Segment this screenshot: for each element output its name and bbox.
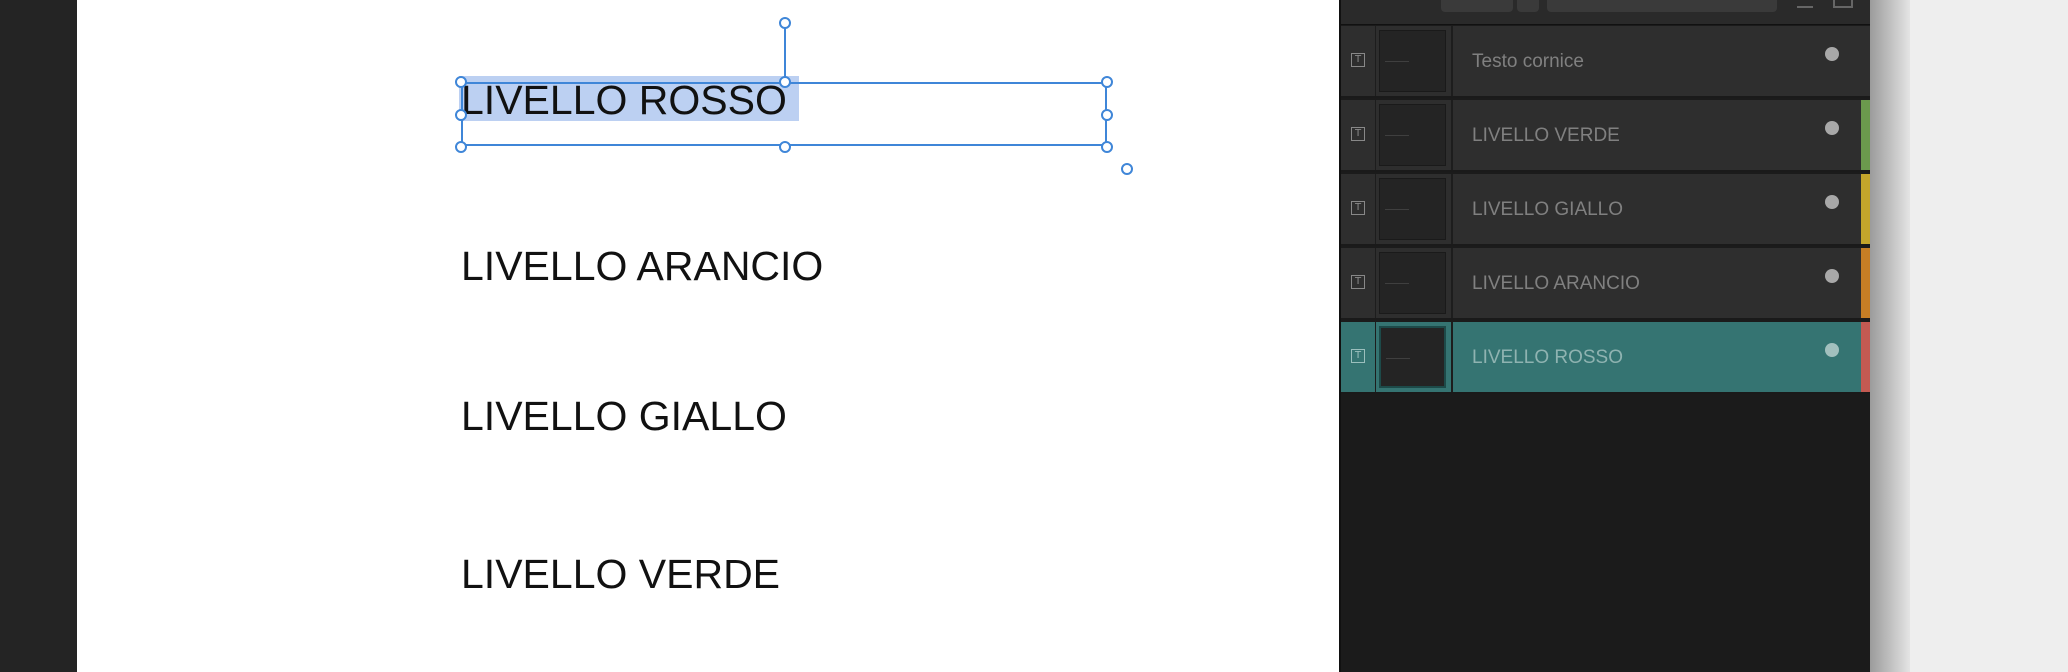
layers-panel-toolbar — [1341, 0, 1872, 25]
layer-thumbnail — [1379, 326, 1446, 388]
text-frame-icon: T — [1351, 127, 1365, 141]
text-overflow-handle[interactable] — [1121, 163, 1133, 175]
left-gutter — [0, 0, 77, 672]
layer-type-cell: T — [1341, 174, 1376, 244]
layer-divider — [1451, 248, 1453, 318]
layer-row-livello-verde[interactable]: T LIVELLO VERDE — [1341, 100, 1872, 172]
visibility-dot-icon[interactable] — [1825, 343, 1839, 357]
layer-divider — [1451, 100, 1453, 170]
resize-handle-bottom-right[interactable] — [1101, 141, 1113, 153]
layer-row-livello-arancio[interactable]: T LIVELLO ARANCIO — [1341, 248, 1872, 320]
layer-divider — [1451, 322, 1453, 392]
thumbnail-preview — [1386, 358, 1410, 359]
text-livello-arancio[interactable]: LIVELLO ARANCIO — [461, 246, 823, 287]
layer-name[interactable]: LIVELLO ROSSO — [1472, 348, 1623, 367]
document-canvas[interactable]: LIVELLO ROSSO LIVELLO ARANCIO LIVELLO GI… — [77, 0, 1339, 672]
text-frame-icon: T — [1351, 349, 1365, 363]
layer-name[interactable]: LIVELLO GIALLO — [1472, 200, 1623, 219]
text-livello-giallo[interactable]: LIVELLO GIALLO — [461, 396, 787, 437]
layer-thumbnail — [1379, 178, 1446, 240]
layer-row-livello-giallo[interactable]: T LIVELLO GIALLO — [1341, 174, 1872, 246]
layer-row-livello-rosso[interactable]: T LIVELLO ROSSO — [1341, 322, 1872, 394]
text-frame-icon: T — [1351, 201, 1365, 215]
text-frame-icon: T — [1351, 275, 1365, 289]
layer-name[interactable]: Testo cornice — [1472, 52, 1584, 71]
visibility-dot-icon[interactable] — [1825, 195, 1839, 209]
resize-handle-top-left[interactable] — [455, 76, 467, 88]
layer-thumbnail — [1379, 104, 1446, 166]
resize-handle-top[interactable] — [779, 76, 791, 88]
resize-handle-right[interactable] — [1101, 109, 1113, 121]
visibility-dot-icon[interactable] — [1825, 47, 1839, 61]
resize-handle-bottom-left[interactable] — [455, 141, 467, 153]
layer-type-cell: T — [1341, 100, 1376, 170]
window-shadow — [1870, 0, 1910, 672]
rotation-handle[interactable] — [779, 17, 791, 29]
layers-toolbar-field[interactable] — [1441, 0, 1513, 12]
layers-panel: T Testo cornice T LIVELLO VERDE T LIVELL… — [1339, 0, 1872, 672]
add-layer-icon[interactable] — [1797, 0, 1813, 8]
layer-type-cell: T — [1341, 26, 1376, 96]
rotation-stem — [784, 23, 786, 83]
text-livello-verde[interactable]: LIVELLO VERDE — [461, 554, 780, 595]
text-livello-rosso[interactable]: LIVELLO ROSSO — [461, 80, 787, 121]
delete-layer-icon[interactable] — [1833, 0, 1853, 8]
layers-search-input[interactable] — [1547, 0, 1777, 12]
layer-divider — [1451, 174, 1453, 244]
layer-name[interactable]: LIVELLO VERDE — [1472, 126, 1620, 145]
visibility-dot-icon[interactable] — [1825, 269, 1839, 283]
resize-handle-bottom[interactable] — [779, 141, 791, 153]
layer-divider — [1451, 26, 1453, 96]
thumbnail-preview — [1385, 61, 1409, 62]
thumbnail-preview — [1385, 283, 1409, 284]
desktop-background — [1910, 0, 2068, 672]
layer-name[interactable]: LIVELLO ARANCIO — [1472, 274, 1640, 293]
thumbnail-preview — [1385, 135, 1409, 136]
layer-row-testo-cornice[interactable]: T Testo cornice — [1341, 26, 1872, 98]
resize-handle-top-right[interactable] — [1101, 76, 1113, 88]
layer-thumbnail — [1379, 30, 1446, 92]
thumbnail-preview — [1385, 209, 1409, 210]
text-frame-icon: T — [1351, 53, 1365, 67]
layer-thumbnail — [1379, 252, 1446, 314]
layers-toolbar-dropdown[interactable] — [1517, 0, 1539, 12]
resize-handle-left[interactable] — [455, 109, 467, 121]
visibility-dot-icon[interactable] — [1825, 121, 1839, 135]
layer-type-cell: T — [1341, 322, 1376, 392]
layer-type-cell: T — [1341, 248, 1376, 318]
